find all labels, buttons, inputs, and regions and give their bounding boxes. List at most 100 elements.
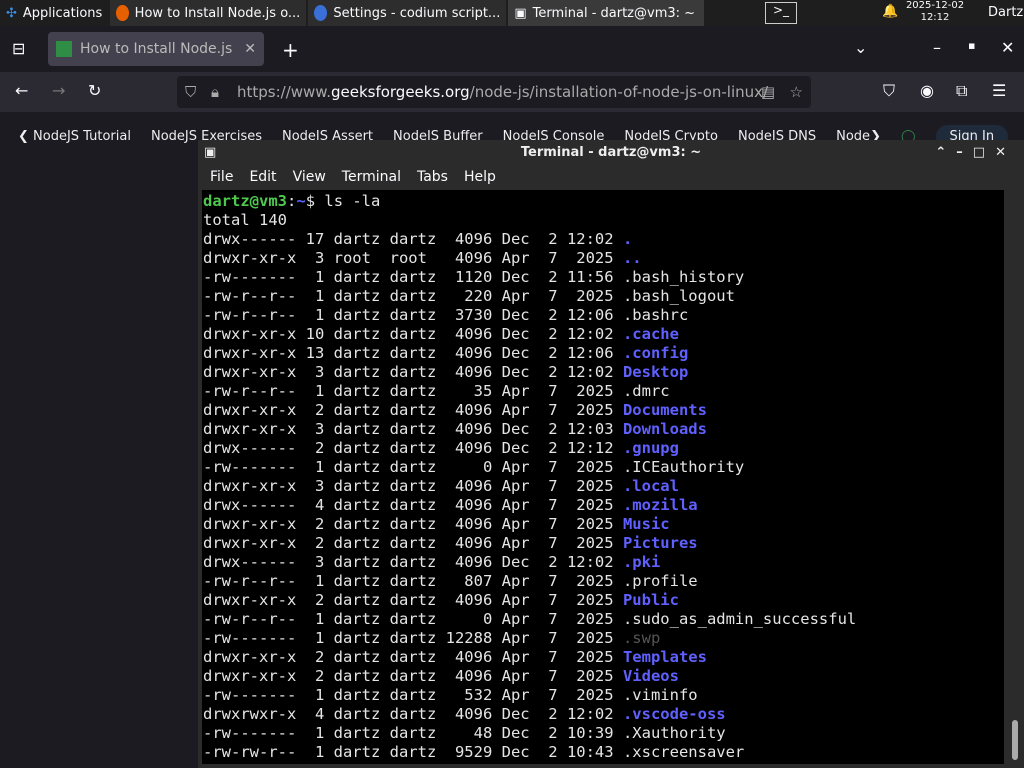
file-name: Videos: [622, 667, 679, 685]
listing-row: drwx------ 3 dartz dartz 4096 Dec 2 12:0…: [203, 553, 1003, 572]
menu-help[interactable]: Help: [456, 165, 504, 190]
file-name: Pictures: [622, 534, 698, 552]
menu-file[interactable]: File: [202, 165, 241, 190]
applications-menu[interactable]: ✣ Applications: [0, 0, 109, 26]
close-window-icon[interactable]: ✕: [1001, 38, 1014, 57]
file-meta: drwxr-xr-x 3 dartz dartz 4096 Apr 7 2025: [203, 477, 614, 495]
file-meta: -rw-r--r-- 1 dartz dartz 807 Apr 7 2025: [203, 572, 614, 590]
gfg-favicon: [56, 41, 72, 57]
file-meta: -rw------- 1 dartz dartz 1120 Dec 2 11:5…: [203, 268, 614, 286]
reload-icon[interactable]: ↻: [88, 81, 101, 100]
file-meta: -rw-r--r-- 1 dartz dartz 3730 Dec 2 12:0…: [203, 306, 614, 324]
listing-row: drwxr-xr-x 10 dartz dartz 4096 Dec 2 12:…: [203, 325, 1003, 344]
clock[interactable]: 2025-12-02 12:12: [905, 0, 965, 24]
listing-row: -rw-r--r-- 1 dartz dartz 0 Apr 7 2025 .s…: [203, 610, 1003, 629]
file-name: .swp: [622, 629, 661, 647]
menu-icon[interactable]: ☰: [992, 81, 1006, 100]
terminal-launcher-icon[interactable]: >_: [765, 2, 797, 24]
listing-row: -rw------- 1 dartz dartz 1120 Dec 2 11:5…: [203, 268, 1003, 287]
bookmark-star-icon[interactable]: ☆: [790, 83, 803, 101]
listing-row: drwxr-xr-x 2 dartz dartz 4096 Apr 7 2025…: [203, 534, 1003, 553]
task-terminal[interactable]: ▣ Terminal - dartz@vm3: ~: [508, 0, 705, 26]
file-name: .mozilla: [622, 496, 698, 514]
forward-icon[interactable]: →: [52, 81, 65, 100]
settings-icon: [314, 5, 328, 21]
url-bar[interactable]: ⛉ 🔒︎ https://www. geeksforgeeks.org/node-…: [177, 76, 811, 108]
listing-row: -rw------- 1 dartz dartz 532 Apr 7 2025 …: [203, 686, 1003, 705]
file-meta: -rw-r--r-- 1 dartz dartz 220 Apr 7 2025: [203, 287, 614, 305]
chevron-down-icon[interactable]: ⌄: [854, 38, 867, 57]
total-line: total 140: [203, 211, 287, 229]
file-name: .pki: [622, 553, 661, 571]
file-meta: drwxr-xr-x 13 dartz dartz 4096 Dec 2 12:…: [203, 344, 614, 362]
close-icon[interactable]: ✕: [995, 145, 1016, 160]
shade-icon[interactable]: ⌃: [935, 145, 956, 160]
terminal-output[interactable]: dartz@vm3:~$ ls -la total 140 drwx------ 1…: [202, 190, 1004, 764]
listing-row: drwxr-xr-x 2 dartz dartz 4096 Apr 7 2025…: [203, 401, 1003, 420]
listing-row: drwxr-xr-x 3 dartz dartz 4096 Dec 2 12:0…: [203, 363, 1003, 382]
new-tab-icon[interactable]: +: [282, 38, 299, 62]
site-nav-item[interactable]: ❮ NodeJS Tutorial: [18, 129, 131, 144]
file-meta: drwxr-xr-x 2 dartz dartz 4096 Apr 7 2025: [203, 648, 614, 666]
close-tab-icon[interactable]: ✕: [244, 41, 256, 57]
file-meta: -rw------- 1 dartz dartz 532 Apr 7 2025: [203, 686, 614, 704]
maximize-icon[interactable]: ▪: [968, 39, 975, 52]
menu-terminal[interactable]: Terminal: [334, 165, 409, 190]
listing-row: -rw-rw-r-- 1 dartz dartz 9529 Dec 2 10:4…: [203, 743, 1003, 762]
listing-row: -rw-r--r-- 1 dartz dartz 807 Apr 7 2025 …: [203, 572, 1003, 591]
listing-row: drwx------ 17 dartz dartz 4096 Dec 2 12:…: [203, 230, 1003, 249]
extensions-icon[interactable]: ⧉: [956, 81, 967, 101]
terminal-menubar: File Edit View Terminal Tabs Help: [198, 165, 1024, 190]
listing-row: -rw-r--r-- 1 dartz dartz 35 Apr 7 2025 .…: [203, 382, 1003, 401]
file-meta: -rw-r--r-- 1 dartz dartz 0 Apr 7 2025: [203, 610, 614, 628]
listing-row: -rw------- 1 dartz dartz 48 Dec 2 10:39 …: [203, 724, 1003, 743]
listing-row: drwxr-xr-x 2 dartz dartz 4096 Apr 7 2025…: [203, 515, 1003, 534]
file-meta: drwx------ 2 dartz dartz 4096 Dec 2 12:1…: [203, 439, 614, 457]
file-name: .profile: [622, 572, 698, 590]
listing-row: -rw------- 1 dartz dartz 12288 Apr 7 202…: [203, 629, 1003, 648]
file-name: .ICEauthority: [622, 458, 745, 476]
tab-list-icon[interactable]: ⊟: [12, 39, 25, 58]
menu-edit[interactable]: Edit: [241, 165, 284, 190]
browser-tab[interactable]: How to Install Node.js or ✕: [48, 32, 264, 66]
menu-view[interactable]: View: [285, 165, 334, 190]
task-settings[interactable]: Settings - codium script...: [308, 0, 507, 26]
xfce-icon: ✣: [6, 5, 17, 21]
task-firefox[interactable]: How to Install Node.js o...: [110, 0, 307, 26]
notification-bell-icon[interactable]: 🔔: [882, 4, 898, 19]
shield-icon: ⛉: [185, 83, 197, 101]
file-meta: drwx------ 3 dartz dartz 4096 Dec 2 12:0…: [203, 553, 614, 571]
file-meta: -rw------- 1 dartz dartz 0 Apr 7 2025: [203, 458, 614, 476]
maximize-icon[interactable]: □: [973, 145, 995, 160]
menu-tabs[interactable]: Tabs: [409, 165, 456, 190]
file-meta: drwxr-xr-x 2 dartz dartz 4096 Apr 7 2025: [203, 401, 614, 419]
reader-view-icon[interactable]: ▤: [761, 83, 775, 101]
file-name: .config: [622, 344, 689, 362]
pocket-icon[interactable]: ⛉: [883, 81, 895, 101]
terminal-titlebar[interactable]: ▣ Terminal - dartz@vm3: ~ ⌃–□✕: [198, 140, 1024, 165]
scrollbar[interactable]: [1012, 720, 1018, 760]
minimize-icon[interactable]: –: [933, 38, 941, 57]
file-meta: drwx------ 4 dartz dartz 4096 Apr 7 2025: [203, 496, 614, 514]
file-name: .viminfo: [622, 686, 698, 704]
file-meta: drwxr-xr-x 3 root root 4096 Apr 7 2025: [203, 249, 614, 267]
navigation-bar: ← → ↻ ⛉ 🔒︎ https://www. geeksforgeeks.org…: [0, 72, 1024, 112]
file-meta: drwxr-xr-x 2 dartz dartz 4096 Apr 7 2025: [203, 534, 614, 552]
listing-row: drwxr-xr-x 3 root root 4096 Apr 7 2025 .…: [203, 249, 1003, 268]
file-meta: drwxrwxr-x 4 dartz dartz 4096 Dec 2 12:0…: [203, 705, 614, 723]
file-meta: -rw------- 1 dartz dartz 48 Dec 2 10:39: [203, 724, 614, 742]
back-icon[interactable]: ←: [15, 81, 28, 100]
listing-row: -rw-r--r-- 1 dartz dartz 220 Apr 7 2025 …: [203, 287, 1003, 306]
file-name: Downloads: [622, 420, 707, 438]
file-name: Documents: [622, 401, 707, 419]
terminal-window: ▣ Terminal - dartz@vm3: ~ ⌃–□✕ File Edit…: [198, 140, 1024, 768]
account-icon[interactable]: ◉: [920, 81, 934, 100]
minimize-icon[interactable]: –: [956, 145, 973, 160]
file-meta: drwxr-xr-x 10 dartz dartz 4096 Dec 2 12:…: [203, 325, 614, 343]
listing-row: drwx------ 4 dartz dartz 4096 Apr 7 2025…: [203, 496, 1003, 515]
file-name: .: [622, 230, 633, 248]
listing-row: drwxr-xr-x 13 dartz dartz 4096 Dec 2 12:…: [203, 344, 1003, 363]
listing-row: -rw------- 1 dartz dartz 0 Apr 7 2025 .I…: [203, 458, 1003, 477]
user-menu[interactable]: Dartz: [988, 5, 1023, 20]
window-controls: ⌃–□✕: [935, 140, 1016, 165]
